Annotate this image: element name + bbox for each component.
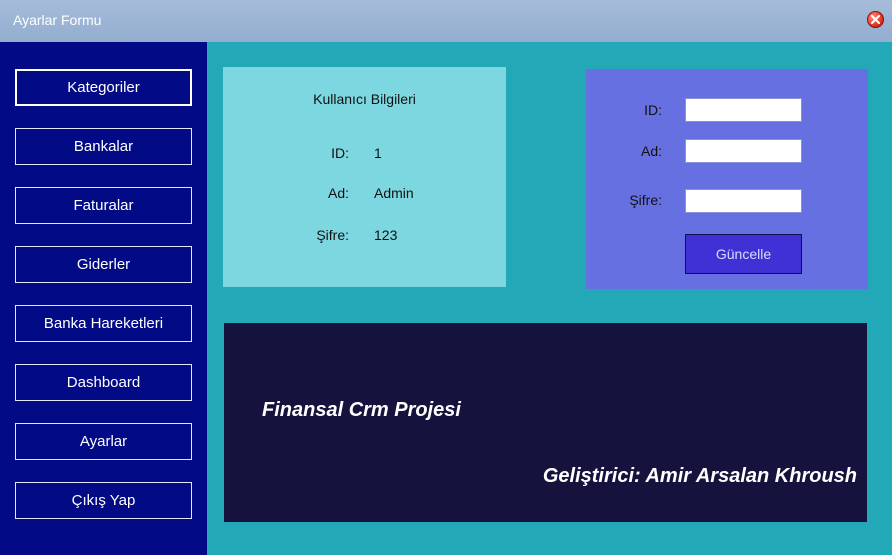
sidebar-item-dashboard[interactable]: Dashboard [15,364,192,401]
sidebar-item-cikis-yap[interactable]: Çıkış Yap [15,482,192,519]
user-info-panel: Kullanıcı Bilgileri ID: 1 Ad: Admin Şifr… [223,67,506,287]
sidebar-item-kategoriler[interactable]: Kategoriler [15,69,192,106]
user-info-title: Kullanıcı Bilgileri [313,91,416,107]
name-input[interactable] [685,139,802,163]
sidebar-item-faturalar[interactable]: Faturalar [15,187,192,224]
window-title: Ayarlar Formu [13,12,102,28]
project-title: Finansal Crm Projesi [262,399,461,421]
edit-name-label: Ad: [640,143,662,159]
developer-credit: Geliştirici: Amir Arsalan Khroush [542,465,857,487]
sidebar-item-ayarlar[interactable]: Ayarlar [15,423,192,460]
sidebar-item-bankalar[interactable]: Bankalar [15,128,192,165]
id-input[interactable] [685,98,802,122]
user-name-label: Ad: [327,185,349,201]
edit-form-panel: ID: Ad: Şifre: Güncelle [586,69,868,289]
user-name-value: Admin [374,185,414,201]
close-button[interactable] [867,11,884,28]
title-bar: Ayarlar Formu [0,0,892,42]
project-banner: Finansal Crm Projesi Geliştirici: Amir A… [224,323,867,522]
sidebar-item-giderler[interactable]: Giderler [15,246,192,283]
user-password-label: Şifre: [316,227,349,243]
sidebar-item-banka-hareketleri[interactable]: Banka Hareketleri [15,305,192,342]
close-icon [871,15,880,24]
sidebar: Kategoriler Bankalar Faturalar Giderler … [0,42,207,555]
update-button[interactable]: Güncelle [685,234,802,274]
password-input[interactable] [685,189,802,213]
user-password-value: 123 [374,227,398,243]
user-id-label: ID: [331,145,349,161]
user-id-value: 1 [374,145,382,161]
edit-password-label: Şifre: [629,192,662,208]
edit-id-label: ID: [644,102,662,118]
